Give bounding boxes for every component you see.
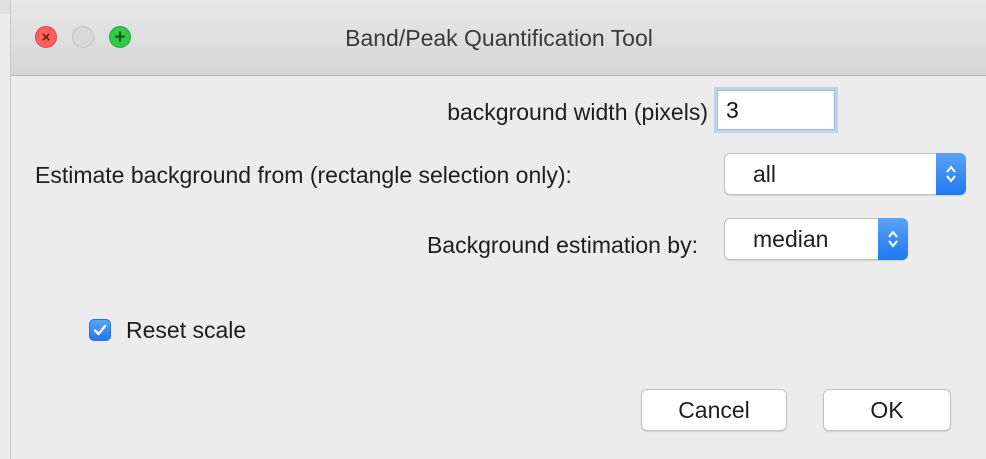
estimate-from-popup[interactable]: all bbox=[724, 153, 966, 195]
window-title: Band/Peak Quantification Tool bbox=[345, 25, 653, 51]
estimate-from-label: Estimate background from (rectangle sele… bbox=[35, 162, 572, 188]
chevron-up-down-icon bbox=[878, 218, 908, 260]
estimation-by-popup[interactable]: median bbox=[724, 218, 908, 260]
background-width-label: background width (pixels) bbox=[447, 99, 708, 125]
estimation-by-label: Background estimation by: bbox=[426, 232, 698, 258]
estimation-by-value: median bbox=[753, 226, 829, 252]
title-bar: × + Band/Peak Quantification Tool bbox=[11, 0, 986, 76]
chevron-up-down-icon bbox=[936, 153, 966, 195]
reset-scale-checkbox[interactable] bbox=[89, 319, 111, 341]
estimate-from-value: all bbox=[753, 161, 777, 187]
cancel-button[interactable]: Cancel bbox=[641, 389, 787, 431]
checkmark-icon bbox=[93, 324, 107, 336]
reset-scale-label[interactable]: Reset scale bbox=[126, 317, 246, 344]
background-width-field[interactable] bbox=[717, 90, 835, 130]
dialog-window: × + Band/Peak Quantification Tool backgr… bbox=[10, 0, 986, 459]
ok-button[interactable]: OK bbox=[823, 389, 951, 431]
